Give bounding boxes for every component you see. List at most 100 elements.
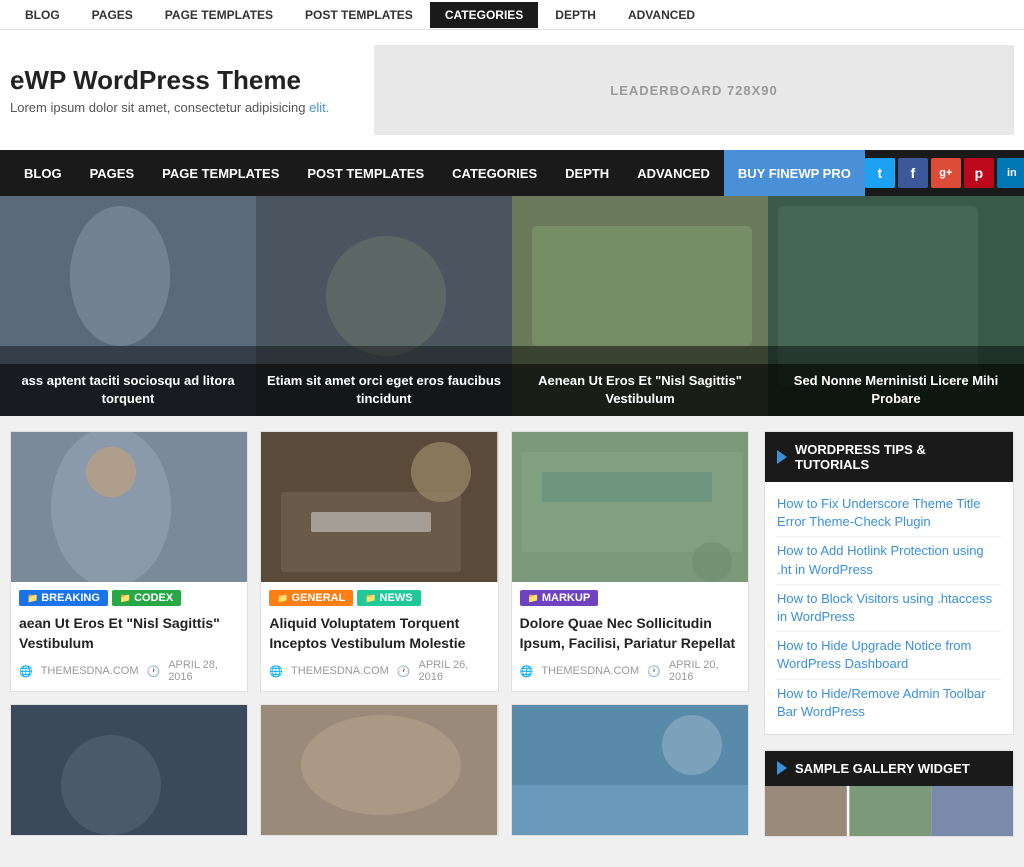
site-title: eWP WordPress Theme — [10, 65, 374, 96]
social-icons: t f g+ p in 📷 ▶ ✉ ☰ — [865, 158, 1024, 188]
widget-gallery-content — [765, 786, 1013, 836]
widget-link-4[interactable]: How to Hide Upgrade Notice from WordPres… — [777, 632, 1001, 679]
article-card-2: GENERAL NEWS Aliquid Voluptatem Torquent… — [260, 431, 498, 692]
widget-link-3[interactable]: How to Block Visitors using .htaccess in… — [777, 585, 1001, 632]
hero-slide-3[interactable]: Aenean Ut Eros Et "Nisl Sagittis" Vestib… — [512, 196, 768, 416]
tag-breaking[interactable]: BREAKING — [19, 590, 108, 606]
article-thumb-1-image — [11, 432, 247, 582]
nav-advanced[interactable]: ADVANCED — [623, 150, 724, 196]
article-grid: BREAKING CODEX aean Ut Eros Et "Nisl Sag… — [10, 431, 749, 692]
widget-gallery-title: SAMPLE GALLERY WIDGET — [795, 761, 970, 776]
nav-items: BLOG PAGES PAGE TEMPLATES POST TEMPLATES… — [10, 150, 865, 196]
article-thumb-2[interactable] — [261, 432, 497, 582]
article-grid-bottom — [10, 704, 749, 836]
widget-arrow-1 — [777, 450, 787, 464]
article-date-1: APRIL 28, 2016 — [168, 659, 239, 683]
site-header: eWP WordPress Theme Lorem ipsum dolor si… — [0, 30, 1024, 150]
admin-tab-depth[interactable]: DEPTH — [540, 2, 611, 28]
widget-arrow-2 — [777, 761, 787, 775]
widget-wordpress-tips-links: How to Fix Underscore Theme Title Error … — [765, 482, 1013, 734]
admin-tab-categories[interactable]: CATEGORIES — [430, 2, 538, 28]
leaderboard-ad: LEADERBOARD 728X90 — [374, 45, 1014, 135]
site-subtitle: Lorem ipsum dolor sit amet, consectetur … — [10, 100, 374, 115]
main-content: BREAKING CODEX aean Ut Eros Et "Nisl Sag… — [10, 431, 749, 852]
social-linkedin[interactable]: in — [997, 158, 1024, 188]
tag-news[interactable]: NEWS — [357, 590, 420, 606]
article-date-icon-1: 🕐 — [146, 665, 160, 678]
article-source-icon-3: 🌐 — [520, 665, 534, 678]
bottom-article-3 — [511, 704, 749, 836]
article-tags-3: MARKUP — [512, 582, 748, 610]
tag-general[interactable]: GENERAL — [269, 590, 353, 606]
bottom-thumb-1[interactable] — [11, 705, 247, 835]
hero-slide-1[interactable]: ass aptent taciti sociosqu ad litora tor… — [0, 196, 256, 416]
article-source-2: THEMESDNA.COM — [291, 665, 389, 677]
admin-tab-blog[interactable]: BLOG — [10, 2, 75, 28]
content-wrapper: BREAKING CODEX aean Ut Eros Et "Nisl Sag… — [0, 416, 1024, 867]
widget-link-2[interactable]: How to Add Hotlink Protection using .ht … — [777, 537, 1001, 584]
article-meta-1: 🌐 THEMESDNA.COM 🕐 APRIL 28, 2016 — [11, 659, 247, 691]
article-source-1: THEMESDNA.COM — [41, 665, 139, 677]
bottom-thumb-3[interactable] — [512, 705, 748, 835]
widget-wordpress-tips-header: WORDPRESS TIPS & TUTORIALS — [765, 432, 1013, 482]
subtitle-link[interactable]: elit. — [309, 100, 329, 115]
article-card-1: BREAKING CODEX aean Ut Eros Et "Nisl Sag… — [10, 431, 248, 692]
admin-tab-advanced[interactable]: ADVANCED — [613, 2, 710, 28]
article-date-icon-3: 🕐 — [647, 665, 661, 678]
bottom-article-1 — [10, 704, 248, 836]
hero-slide-1-caption: ass aptent taciti sociosqu ad litora tor… — [0, 364, 256, 416]
admin-tab-pages[interactable]: PAGES — [77, 2, 148, 28]
article-title-3[interactable]: Dolore Quae Nec Sollicitudin Ipsum, Faci… — [512, 610, 748, 659]
bottom-thumb-2-image — [261, 705, 497, 835]
bottom-thumb-1-image — [11, 705, 247, 835]
admin-bar: BLOG PAGES PAGE TEMPLATES POST TEMPLATES… — [0, 0, 1024, 30]
article-title-1[interactable]: aean Ut Eros Et "Nisl Sagittis" Vestibul… — [11, 610, 247, 659]
sidebar: WORDPRESS TIPS & TUTORIALS How to Fix Un… — [764, 431, 1014, 852]
article-thumb-3[interactable] — [512, 432, 748, 582]
gallery-placeholder — [765, 786, 1013, 836]
article-thumb-2-image — [261, 432, 497, 582]
article-source-icon-1: 🌐 — [19, 665, 33, 678]
nav-post-templates[interactable]: POST TEMPLATES — [293, 150, 438, 196]
social-pinterest[interactable]: p — [964, 158, 994, 188]
social-google-plus[interactable]: g+ — [931, 158, 961, 188]
widget-gallery-header: SAMPLE GALLERY WIDGET — [765, 751, 1013, 786]
hero-slide-4[interactable]: Sed Nonne Merninisti Licere Mihi Probare — [768, 196, 1024, 416]
social-facebook[interactable]: f — [898, 158, 928, 188]
nav-categories[interactable]: CATEGORIES — [438, 150, 551, 196]
widget-gallery: SAMPLE GALLERY WIDGET — [764, 750, 1014, 837]
article-thumb-1[interactable] — [11, 432, 247, 582]
nav-depth[interactable]: DEPTH — [551, 150, 623, 196]
article-source-3: THEMESDNA.COM — [541, 665, 639, 677]
admin-tab-page-templates[interactable]: PAGE TEMPLATES — [150, 2, 288, 28]
article-meta-2: 🌐 THEMESDNA.COM 🕐 APRIL 26, 2016 — [261, 659, 497, 691]
article-card-3: MARKUP Dolore Quae Nec Sollicitudin Ipsu… — [511, 431, 749, 692]
admin-tab-post-templates[interactable]: POST TEMPLATES — [290, 2, 428, 28]
hero-slide-2[interactable]: Etiam sit amet orci eget eros faucibus t… — [256, 196, 512, 416]
nav-blog[interactable]: BLOG — [10, 150, 76, 196]
hero-slider: ass aptent taciti sociosqu ad litora tor… — [0, 196, 1024, 416]
article-date-2: APRIL 26, 2016 — [419, 659, 490, 683]
article-thumb-3-image — [512, 432, 748, 582]
bottom-thumb-3-image — [512, 705, 748, 835]
nav-page-templates[interactable]: PAGE TEMPLATES — [148, 150, 293, 196]
widget-wordpress-tips: WORDPRESS TIPS & TUTORIALS How to Fix Un… — [764, 431, 1014, 735]
widget-link-1[interactable]: How to Fix Underscore Theme Title Error … — [777, 490, 1001, 537]
nav-buy-pro[interactable]: BUY FINEWP PRO — [724, 150, 865, 196]
bottom-thumb-2[interactable] — [261, 705, 497, 835]
article-date-icon-2: 🕐 — [397, 665, 411, 678]
hero-slide-2-caption: Etiam sit amet orci eget eros faucibus t… — [256, 364, 512, 416]
nav-pages[interactable]: PAGES — [76, 150, 149, 196]
article-tags-2: GENERAL NEWS — [261, 582, 497, 610]
tag-markup[interactable]: MARKUP — [520, 590, 599, 606]
article-date-3: APRIL 20, 2016 — [669, 659, 740, 683]
article-tags-1: BREAKING CODEX — [11, 582, 247, 610]
article-title-2[interactable]: Aliquid Voluptatem Torquent Inceptos Ves… — [261, 610, 497, 659]
main-nav: BLOG PAGES PAGE TEMPLATES POST TEMPLATES… — [0, 150, 1024, 196]
article-source-icon-2: 🌐 — [269, 665, 283, 678]
widget-wordpress-tips-title: WORDPRESS TIPS & TUTORIALS — [795, 442, 1001, 472]
social-twitter[interactable]: t — [865, 158, 895, 188]
site-title-area: eWP WordPress Theme Lorem ipsum dolor si… — [10, 65, 374, 115]
tag-codex[interactable]: CODEX — [112, 590, 181, 606]
widget-link-5[interactable]: How to Hide/Remove Admin Toolbar Bar Wor… — [777, 680, 1001, 726]
